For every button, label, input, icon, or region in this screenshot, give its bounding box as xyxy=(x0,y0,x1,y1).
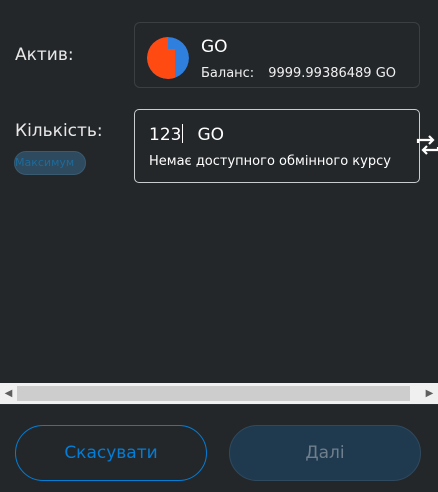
next-button[interactable]: Далі xyxy=(229,425,421,481)
text-caret xyxy=(182,124,184,143)
horizontal-scrollbar[interactable]: ◀ ▶ xyxy=(0,383,438,404)
swap-arrows-icon[interactable] xyxy=(416,134,438,156)
scroll-right-icon[interactable]: ▶ xyxy=(421,383,438,404)
asset-label: Актив: xyxy=(15,45,74,65)
amount-value-row: 123 GO xyxy=(149,124,224,145)
asset-symbol: GO xyxy=(201,37,228,57)
amount-input[interactable]: 123 GO Немає доступного обмінного курсу xyxy=(134,109,420,183)
amount-unit: GO xyxy=(197,125,225,145)
exchange-rate-error: Немає доступного обмінного курсу xyxy=(149,154,391,169)
footer-divider xyxy=(0,404,438,405)
balance-value: 9999.99386489 GO xyxy=(268,66,397,81)
amount-value: 123 xyxy=(149,125,182,145)
go-token-logo-icon xyxy=(147,37,189,79)
balance-label: Баланс: xyxy=(201,66,255,81)
asset-balance: Баланс: 9999.99386489 GO xyxy=(201,66,396,81)
cancel-button[interactable]: Скасувати xyxy=(15,425,207,481)
asset-selector[interactable]: GO Баланс: 9999.99386489 GO xyxy=(134,22,420,88)
scrollbar-thumb[interactable] xyxy=(17,386,410,401)
scroll-left-icon[interactable]: ◀ xyxy=(0,383,17,404)
amount-label: Кількість: xyxy=(15,121,103,141)
max-button[interactable]: Максимум xyxy=(14,151,86,175)
